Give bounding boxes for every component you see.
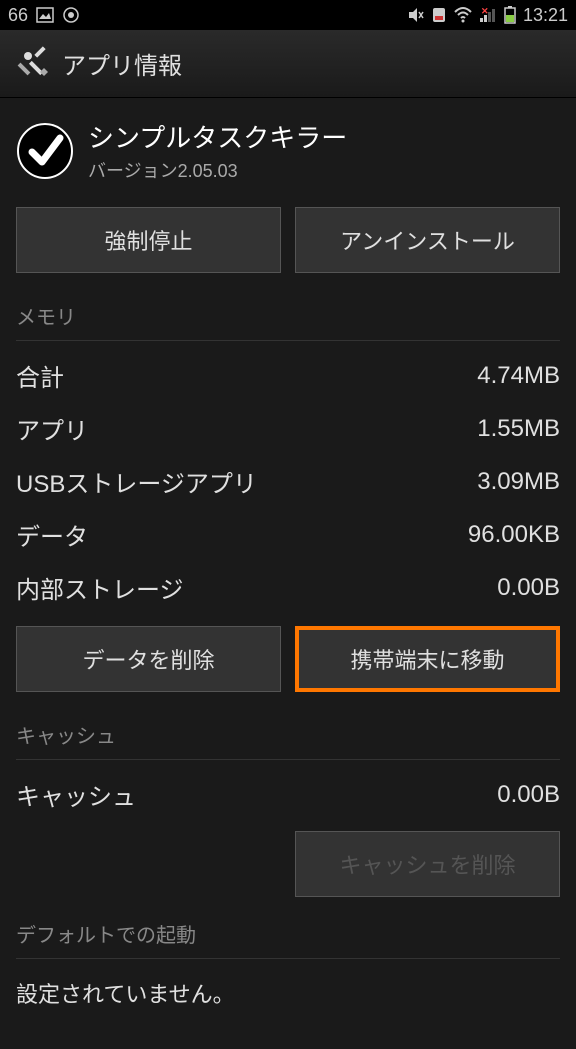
cache-label: キャッシュ	[16, 777, 136, 812]
memory-internal-label: 内部ストレージ	[16, 570, 184, 605]
memory-usb-value: 3.09MB	[477, 468, 560, 496]
clear-data-button[interactable]: データを削除	[16, 626, 281, 692]
memory-data-label: データ	[16, 517, 88, 552]
memory-section: メモリ 合計 4.74MB アプリ 1.55MB USBストレージアプリ 3.0…	[16, 293, 560, 692]
cache-row: キャッシュ 0.00B	[16, 768, 560, 821]
default-section: デフォルトでの起動 設定されていません。	[16, 911, 560, 1019]
memory-app-value: 1.55MB	[477, 415, 560, 443]
image-icon	[36, 6, 54, 24]
memory-data-value: 96.00KB	[468, 521, 560, 549]
memory-section-title: メモリ	[16, 293, 560, 341]
cache-value: 0.00B	[497, 781, 560, 809]
signal-icon: ✕	[479, 6, 497, 24]
status-time: 13:21	[523, 5, 568, 26]
memory-total-label: 合計	[16, 358, 64, 393]
memory-internal-value: 0.00B	[497, 574, 560, 602]
sim-icon	[431, 6, 447, 24]
status-bar: 66 ✕ 13:21	[0, 0, 576, 30]
content: シンプルタスクキラー バージョン2.05.03 強制停止 アンインストール メモ…	[0, 98, 576, 1049]
cache-section: キャッシュ キャッシュ 0.00B キャッシュを削除	[16, 712, 560, 897]
move-to-phone-button[interactable]: 携帯端末に移動	[295, 626, 560, 692]
wifi-icon	[453, 6, 473, 24]
default-text: 設定されていません。	[16, 967, 560, 1019]
memory-usb-label: USBストレージアプリ	[16, 464, 257, 499]
cache-buttons: キャッシュを削除	[16, 831, 560, 897]
app-name: シンプルタスクキラー	[88, 118, 347, 155]
force-stop-button[interactable]: 強制停止	[16, 207, 281, 273]
memory-buttons: データを削除 携帯端末に移動	[16, 626, 560, 692]
status-left: 66	[8, 5, 80, 26]
memory-usb-row: USBストレージアプリ 3.09MB	[16, 455, 560, 508]
clear-cache-button: キャッシュを削除	[295, 831, 560, 897]
app-info: シンプルタスクキラー バージョン2.05.03	[16, 114, 560, 187]
memory-total-value: 4.74MB	[477, 362, 560, 390]
status-right: ✕ 13:21	[407, 5, 568, 26]
memory-app-row: アプリ 1.55MB	[16, 402, 560, 455]
cache-section-title: キャッシュ	[16, 712, 560, 760]
default-section-title: デフォルトでの起動	[16, 911, 560, 959]
memory-internal-row: 内部ストレージ 0.00B	[16, 561, 560, 614]
status-number: 66	[8, 5, 28, 26]
header: アプリ情報	[0, 30, 576, 98]
app-text: シンプルタスクキラー バージョン2.05.03	[88, 118, 347, 183]
svg-text:✕: ✕	[481, 6, 489, 16]
app-status-icon	[62, 6, 80, 24]
app-version: バージョン2.05.03	[88, 157, 347, 183]
memory-app-label: アプリ	[16, 411, 88, 446]
memory-data-row: データ 96.00KB	[16, 508, 560, 561]
mute-icon	[407, 6, 425, 24]
page-title: アプリ情報	[62, 46, 182, 81]
uninstall-button[interactable]: アンインストール	[295, 207, 560, 273]
action-buttons: 強制停止 アンインストール	[16, 207, 560, 273]
memory-total-row: 合計 4.74MB	[16, 349, 560, 402]
battery-icon	[503, 5, 517, 25]
app-icon	[16, 122, 74, 180]
settings-icon	[16, 44, 50, 83]
